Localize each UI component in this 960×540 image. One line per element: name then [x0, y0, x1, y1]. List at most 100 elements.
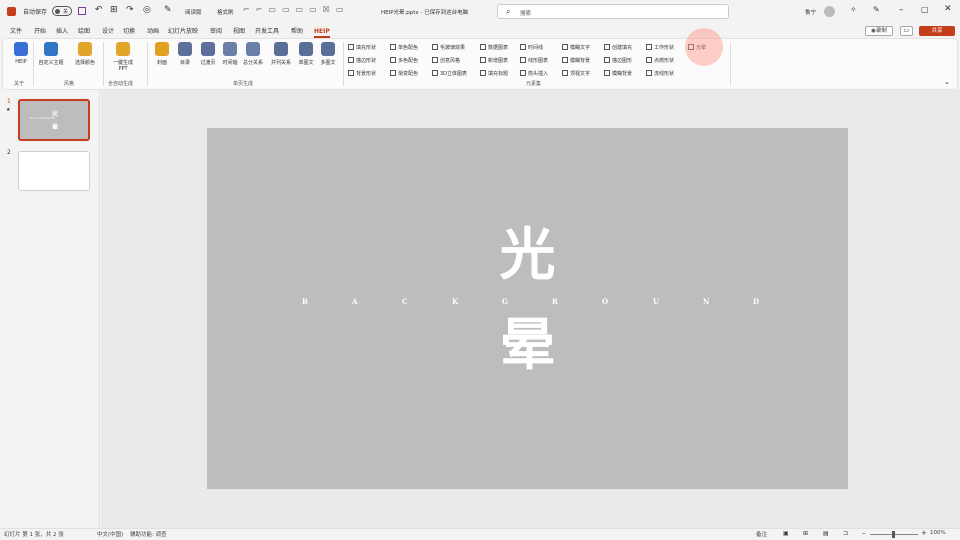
pen-icon[interactable]: ✎: [164, 5, 172, 15]
subtitle-letter[interactable]: O: [602, 297, 608, 306]
subtitle-letter[interactable]: N: [703, 297, 709, 306]
ribbon-checkbox[interactable]: 工作形状: [646, 44, 674, 52]
slide-thumbnail-2[interactable]: [18, 151, 90, 191]
zoom-in-icon[interactable]: +: [921, 529, 927, 537]
ribbon-checkbox[interactable]: 单色配色: [390, 44, 418, 52]
ribbon-checkbox[interactable]: 3D立体图表: [432, 70, 467, 78]
file-name[interactable]: HEIP光晕.pptx - 已保存到这台电脑: [381, 8, 468, 16]
ribbon-checkbox[interactable]: 顶视文字: [562, 70, 590, 78]
shapes-icon[interactable]: ◎: [143, 5, 151, 15]
ribbon-checkbox[interactable]: 模糊背景: [604, 70, 632, 78]
tab-1[interactable]: 开始: [34, 27, 46, 36]
slide-title-line1[interactable]: 光: [207, 225, 848, 285]
ribbon-checkbox[interactable]: 新增图表: [480, 57, 508, 65]
tab-12[interactable]: HEIP: [314, 27, 330, 38]
ribbon-button-3-7[interactable]: 多图文: [315, 42, 341, 66]
normal-view-icon[interactable]: ▣: [783, 530, 789, 537]
tab-5[interactable]: 切换: [123, 27, 135, 36]
autosave-toggle[interactable]: 关: [52, 6, 72, 16]
subtitle-letter[interactable]: G: [502, 297, 508, 306]
share-button[interactable]: 共享: [919, 26, 955, 36]
tab-3[interactable]: 绘图: [78, 27, 90, 36]
undo-icon[interactable]: ↶: [95, 5, 103, 15]
save-icon[interactable]: [78, 7, 86, 15]
zoom-slider[interactable]: [870, 531, 918, 538]
ribbon-button-1-1[interactable]: 选择颜色: [72, 42, 98, 66]
checkbox-label: 模糊背景: [570, 58, 591, 64]
subtitle-letter[interactable]: D: [753, 297, 759, 306]
ribbon-checkbox[interactable]: 箭头插入: [520, 70, 548, 78]
user-name[interactable]: 鲁宁: [805, 8, 816, 16]
ribbon-checkbox[interactable]: 填充形状: [348, 44, 376, 52]
language[interactable]: 中文(中国): [97, 530, 123, 538]
record-button[interactable]: ◉录制: [865, 26, 893, 36]
ribbon-checkbox[interactable]: 数据图表: [480, 44, 508, 52]
tab-6[interactable]: 动画: [147, 27, 159, 36]
subtitle-letter[interactable]: R: [552, 297, 558, 306]
ribbon-checkbox[interactable]: 描边图形: [604, 57, 632, 65]
ribbon-checkbox[interactable]: 多色配色: [390, 57, 418, 65]
subtitle-letter[interactable]: K: [452, 297, 458, 306]
subtitle-letter[interactable]: C: [402, 297, 408, 306]
subtitle-letter[interactable]: U: [653, 297, 659, 306]
reading-mode-label[interactable]: 阅读版: [185, 8, 202, 16]
comments-button[interactable]: ▭: [900, 26, 913, 36]
tab-9[interactable]: 视图: [233, 27, 245, 36]
ribbon-checkbox[interactable]: 渐变配色: [390, 70, 418, 78]
ribbon-checkbox[interactable]: 线形图表: [520, 57, 548, 65]
subtitle-letter[interactable]: A: [352, 297, 357, 306]
qat-icons: ⌐⌐▭▭▭▭☒▭: [243, 5, 350, 14]
ribbon-checkbox[interactable]: 点燃形状: [646, 57, 674, 65]
slide-title-line2[interactable]: 晕: [207, 315, 848, 375]
ribbon-checkbox[interactable]: 创意风格: [432, 57, 460, 65]
ribbon-checkbox[interactable]: 背景形状: [348, 70, 376, 78]
subtitle-letter[interactable]: B: [302, 297, 308, 306]
ribbon-checkbox[interactable]: 时间线: [520, 44, 543, 52]
slide-thumbnail-1[interactable]: 光 B A C K G R O U N D 晕: [18, 99, 90, 141]
ribbon-checkbox[interactable]: 流线形状: [646, 70, 674, 78]
tab-11[interactable]: 帮助: [291, 27, 303, 36]
ribbon-button-2-0[interactable]: 一键生成PPT: [110, 42, 136, 72]
zoom-out-icon[interactable]: –: [862, 529, 866, 537]
ribbon-button-3-4[interactable]: 总分关系: [240, 42, 266, 66]
tab-10[interactable]: 开发工具: [255, 27, 279, 36]
search-box[interactable]: ⌕ 搜索: [497, 4, 729, 19]
lightbulb-icon[interactable]: ✧: [850, 5, 857, 14]
tab-8[interactable]: 审阅: [210, 27, 222, 36]
close-icon[interactable]: ✕: [944, 4, 952, 14]
checkbox-icon: [646, 57, 652, 63]
tab-0[interactable]: 文件: [10, 27, 22, 36]
notes-button[interactable]: 备注: [756, 530, 767, 538]
tab-2[interactable]: 插入: [56, 27, 68, 36]
title-bar: 自动保存 关 ↶ ⊞ ↷ ◎ ✎ 阅读版 格式刷 ⌐⌐▭▭▭▭☒▭ HEIP光晕…: [0, 0, 960, 24]
zoom-level[interactable]: 100%: [930, 530, 946, 536]
ribbon-button-1-0[interactable]: 自定义主题: [38, 42, 64, 66]
ribbon-button-0-0[interactable]: HEIP: [8, 42, 34, 65]
ribbon-button-3-5[interactable]: 并列关系: [268, 42, 294, 66]
accessibility[interactable]: 辅助功能: 调查: [130, 530, 167, 538]
tab-4[interactable]: 设计: [102, 27, 114, 36]
checkbox-icon: [432, 70, 438, 76]
zoom-slider-thumb[interactable]: [892, 531, 895, 538]
ribbon-checkbox[interactable]: 填充标题: [480, 70, 508, 78]
restore-icon[interactable]: ▢: [921, 5, 929, 14]
sorter-view-icon[interactable]: ⊞: [803, 530, 808, 537]
table-icon[interactable]: ⊞: [110, 5, 118, 15]
slide-canvas[interactable]: 光 B A C K G R O U N D 晕: [207, 128, 848, 489]
reading-view-icon[interactable]: ▤: [823, 530, 829, 537]
ribbon-checkbox[interactable]: 毛玻璃效果: [432, 44, 465, 52]
pen-tool-icon[interactable]: ✎: [873, 5, 880, 14]
ribbon-checkbox[interactable]: 描边形状: [348, 57, 376, 65]
tab-7[interactable]: 幻灯片放映: [168, 27, 198, 36]
avatar[interactable]: [824, 6, 835, 17]
ribbon-checkbox[interactable]: 模糊文字: [562, 44, 590, 52]
redo-icon[interactable]: ↷: [126, 5, 134, 15]
collapse-ribbon-icon[interactable]: ⌄: [944, 78, 950, 86]
ribbon-checkbox[interactable]: 创建填充: [604, 44, 632, 52]
minimize-icon[interactable]: –: [899, 5, 904, 15]
checkbox-icon: [348, 57, 354, 63]
ribbon-checkbox[interactable]: 模糊背景: [562, 57, 590, 65]
format-painter-label[interactable]: 格式刷: [217, 8, 234, 16]
ribbon-button-label: HEIP: [15, 59, 27, 65]
slideshow-icon[interactable]: ⊐: [843, 530, 848, 537]
